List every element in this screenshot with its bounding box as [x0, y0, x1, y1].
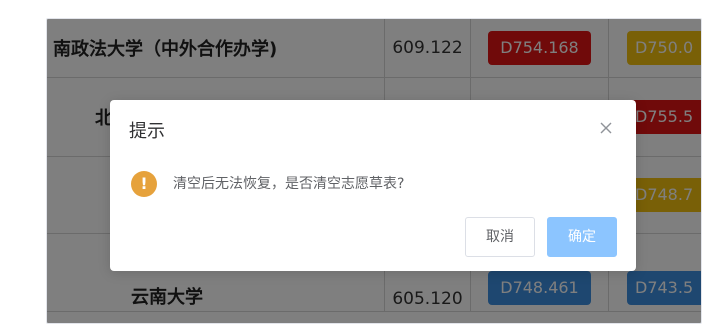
close-icon[interactable] [598, 120, 614, 136]
dialog-title: 提示 [129, 121, 165, 142]
table-container: 南政法大学（中外合作办学) 609.122 D754.168 D750.0 北 … [46, 18, 702, 324]
confirm-dialog: 提示 ! 清空后无法恢复，是否清空志愿草表? 取消 确定 [110, 100, 636, 271]
warning-icon: ! [131, 171, 157, 197]
cancel-button[interactable]: 取消 [465, 217, 535, 257]
confirm-button[interactable]: 确定 [547, 217, 617, 257]
dialog-message: 清空后无法恢复，是否清空志愿草表? [173, 176, 405, 192]
